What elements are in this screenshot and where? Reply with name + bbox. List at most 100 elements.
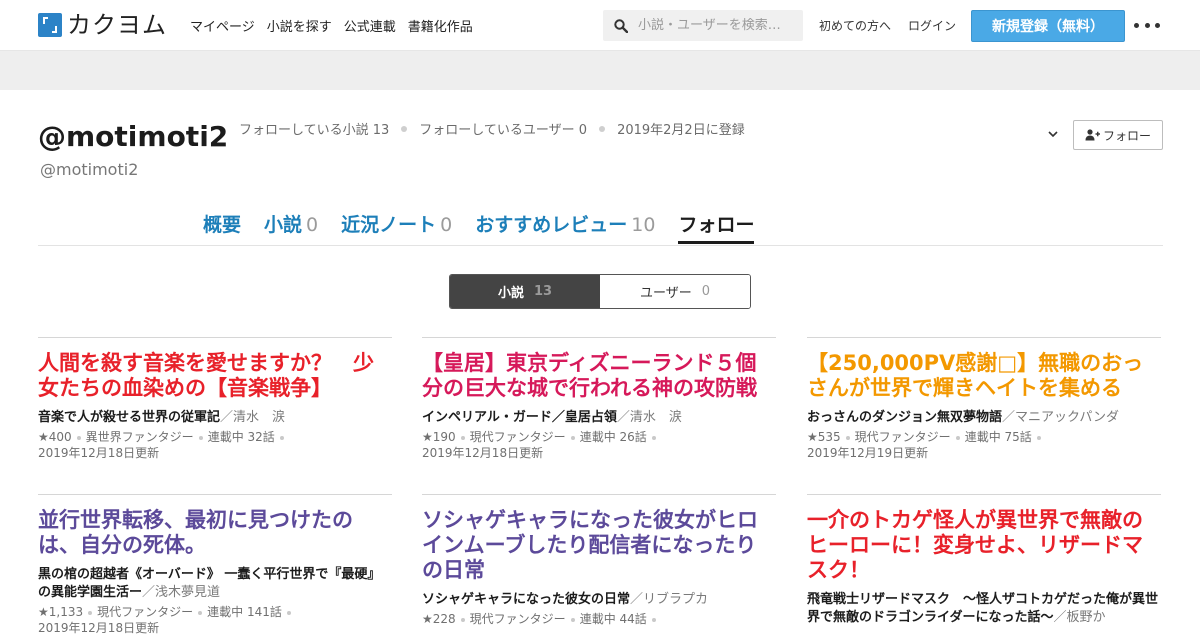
novel-card: 【250,000PV感謝□】無職のおっさんが世界で輝きヘイトを集めるおっさんのダ… [807,337,1161,461]
serial-status: 連載中 32話 [207,430,275,444]
novel-title[interactable]: 一介のトカゲ怪人が異世界で無敵のヒーローに！変身せよ、リザードマスク！ [807,508,1161,583]
nav-find-novels[interactable]: 小説を探す [267,16,332,35]
star-count: ★1,133 [38,605,84,619]
tab-count: 0 [306,214,319,236]
author-name[interactable]: ／浅木夢見道 [142,585,220,600]
star-count: ★190 [422,430,456,444]
updated-date: 2019年12月18日更新 [38,621,160,635]
header-band [0,51,1200,90]
novel-card: ソシャゲキャラになった彼女がヒロインムーブしたり配信者になったりの日常ソシャゲキ… [422,494,776,627]
search-icon [614,18,628,33]
novel-title[interactable]: ソシャゲキャラになった彼女がヒロインムーブしたり配信者になったりの日常 [422,508,776,583]
catchphrase-text[interactable]: 音楽で人が殺せる世界の従軍記 [38,410,220,425]
profile-tabs: 概要 小説 0 近況ノート 0 おすすめレビュー 10 フォロー [203,210,755,244]
catchphrase-text[interactable]: おっさんのダンジョン無双夢物語 [807,410,1002,425]
toggle-novels[interactable]: 小説 13 [450,275,600,308]
separator-dot [599,125,606,132]
tab-novels[interactable]: 小説 0 [264,210,318,244]
tab-overview[interactable]: 概要 [203,210,241,244]
tab-count: 0 [440,214,453,236]
novel-catchphrase: おっさんのダンジョン無双夢物語／マニアックパンダ [807,409,1161,427]
author-name[interactable]: ／板野か [1053,610,1105,625]
follow-button[interactable]: フォロー [1073,120,1163,150]
novel-catchphrase: 飛竜戦士リザードマスク ～怪人ザコトカゲだった俺が異世界で無敵のドラゴンライダー… [807,591,1161,627]
tab-label: 概要 [203,214,242,236]
genre[interactable]: 現代ファンタジー [97,605,193,619]
stat-registered-date: 2019年2月2日に登録 [617,123,745,138]
genre[interactable]: 異世界ファンタジー [86,430,194,444]
user-stats: フォローしている小説 13 フォローしているユーザー 0 2019年2月2日に登… [239,119,745,138]
serial-status: 連載中 26話 [579,430,647,444]
tab-label: フォロー [678,214,755,236]
user-id: @motimoti2 [40,160,139,179]
catchphrase-text[interactable]: インペリアル・ガード／皇居占領 [422,410,617,425]
register-button[interactable]: 新規登録（無料） [971,10,1125,42]
novel-catchphrase: 黒の棺の超越者《オーバード》 一蠢く平行世界で『最硬』の異能学園生活ー／浅木夢見… [38,566,392,602]
star-count: ★228 [422,612,456,626]
serial-status: 連載中 141話 [207,605,282,619]
toggle-count: 0 [701,284,711,299]
genre[interactable]: 現代ファンタジー [855,430,951,444]
novel-title[interactable]: 【皇居】東京ディズニーランド５個分の巨大な城で行われる神の攻防戦 [422,351,776,401]
site-logo[interactable]: カクヨム [38,13,167,37]
logo-text: カクヨム [67,11,167,39]
tab-label: おすすめレビュー [475,214,628,236]
author-name[interactable]: ／マニアックパンダ [1002,410,1119,425]
nav-mypage[interactable]: マイページ [190,16,255,35]
toggle-users[interactable]: ユーザー 0 [600,275,750,308]
catchphrase-text[interactable]: ソシャゲキャラになった彼女の日常 [422,592,630,607]
follow-type-toggle: 小説 13 ユーザー 0 [449,274,751,309]
novel-catchphrase: インペリアル・ガード／皇居占領／清水 涙 [422,409,776,427]
user-name: @motimoti2 [38,120,229,153]
logo-mark-icon [38,13,62,37]
novel-title[interactable]: 並行世界転移、最初に見つけたのは、自分の死体。 [38,508,392,558]
novel-meta: ★400 異世界ファンタジー 連載中 32話 [38,429,392,445]
nav-published-works[interactable]: 書籍化作品 [408,16,473,35]
novel-meta: ★1,133 現代ファンタジー 連載中 141話 [38,604,392,620]
star-count: ★400 [38,430,72,444]
tab-divider [38,245,1163,246]
follow-button-label: フォロー [1102,128,1151,143]
star-count: ★535 [807,430,841,444]
serial-status: 連載中 44話 [579,612,647,626]
novel-title[interactable]: 人間を殺す音楽を愛せますか？ 少女たちの血染めの【音楽戦争】 [38,351,392,401]
novel-meta: ★190 現代ファンタジー 連載中 26話 [422,429,776,445]
toggle-count: 13 [533,284,553,299]
global-nav: マイページ 小説を探す 公式連載 書籍化作品 [190,0,473,51]
nav-official-series[interactable]: 公式連載 [344,16,396,35]
novel-meta: ★535 現代ファンタジー 連載中 75話 [807,429,1161,445]
chevron-down-icon[interactable] [1046,128,1060,140]
novel-title[interactable]: 【250,000PV感謝□】無職のおっさんが世界で輝きヘイトを集める [807,351,1161,401]
search-input[interactable] [638,18,798,33]
novel-card: 並行世界転移、最初に見つけたのは、自分の死体。黒の棺の超越者《オーバード》 一蠢… [38,494,392,636]
novel-card: 【皇居】東京ディズニーランド５個分の巨大な城で行われる神の攻防戦インペリアル・ガ… [422,337,776,461]
first-time-link[interactable]: 初めての方へ [819,17,891,34]
serial-status: 連載中 75話 [964,430,1032,444]
tab-following[interactable]: フォロー [678,210,755,244]
more-menu-icon[interactable] [1134,18,1160,32]
user-plus-icon [1085,129,1100,141]
search-box [603,10,803,41]
tab-label: 小説 [264,214,303,236]
updated-date: 2019年12月18日更新 [38,446,160,460]
novel-catchphrase: 音楽で人が殺せる世界の従軍記／清水 涙 [38,409,392,427]
tab-notes[interactable]: 近況ノート 0 [341,210,452,244]
separator-dot [401,125,408,132]
genre[interactable]: 現代ファンタジー [470,430,566,444]
author-name[interactable]: ／清水 涙 [617,410,682,425]
updated-date: 2019年12月19日更新 [807,446,929,460]
novel-card: 一介のトカゲ怪人が異世界で無敵のヒーローに！変身せよ、リザードマスク！ 飛竜戦士リ… [807,494,1161,627]
genre[interactable]: 現代ファンタジー [470,612,566,626]
tab-label: 近況ノート [341,214,437,236]
toggle-label: 小説 [497,286,524,301]
author-name[interactable]: ／清水 涙 [220,410,285,425]
novel-catchphrase: ソシャゲキャラになった彼女の日常／リブラプカ [422,591,776,609]
author-name[interactable]: ／リブラプカ [630,592,708,607]
novel-meta: ★228 現代ファンタジー 連載中 44話 [422,611,776,627]
login-link[interactable]: ログイン [908,17,956,34]
tab-count: 10 [631,214,656,236]
global-header: カクヨム マイページ 小説を探す 公式連載 書籍化作品 初めての方へ ログイン … [0,0,1200,51]
stat-following-users[interactable]: フォローしているユーザー 0 [419,119,587,138]
stat-following-novels[interactable]: フォローしている小説 13 [239,119,389,138]
tab-reviews[interactable]: おすすめレビュー 10 [475,210,655,244]
